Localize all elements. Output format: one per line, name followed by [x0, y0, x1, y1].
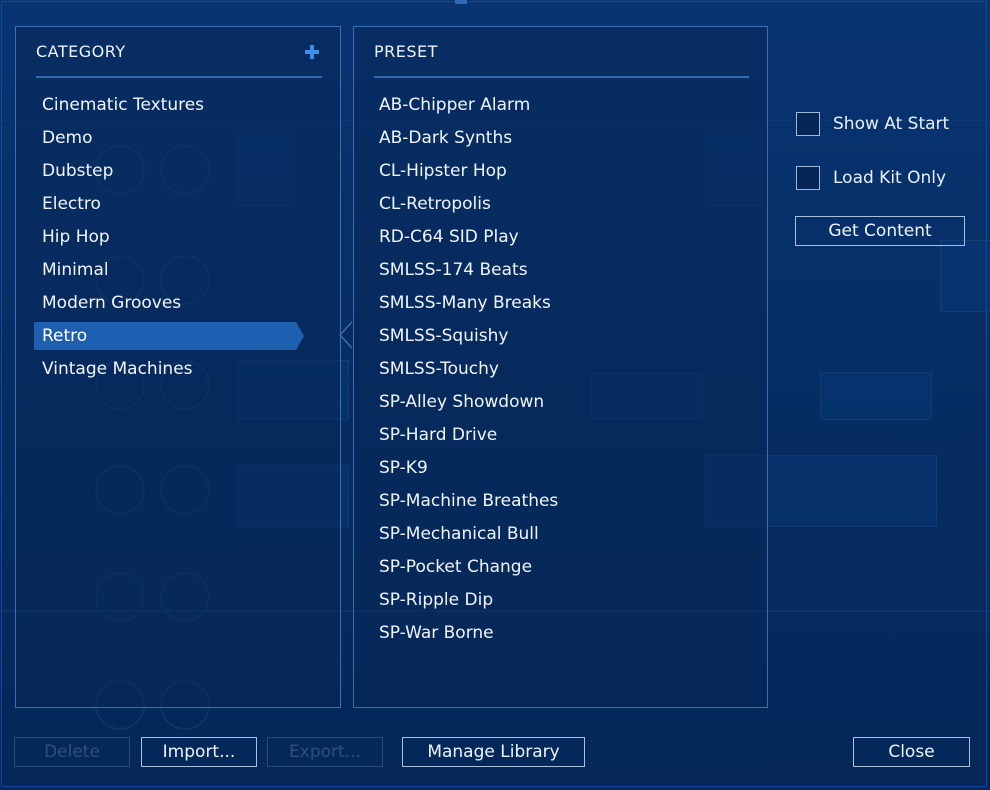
preset-item[interactable]: SMLSS-Squishy: [354, 321, 767, 354]
category-item[interactable]: Minimal: [16, 255, 340, 288]
selection-arrow: [296, 322, 304, 350]
preset-item[interactable]: SP-Alley Showdown: [354, 387, 767, 420]
get-content-button[interactable]: Get Content: [795, 216, 965, 246]
preset-item[interactable]: AB-Chipper Alarm: [354, 90, 767, 123]
category-item-label: Electro: [42, 194, 101, 214]
show-at-start-label: Show At Start: [833, 114, 950, 134]
preset-item[interactable]: SP-Hard Drive: [354, 420, 767, 453]
preset-item[interactable]: SP-Machine Breathes: [354, 486, 767, 519]
category-item[interactable]: Dubstep: [16, 156, 340, 189]
preset-item-label: SP-War Borne: [379, 623, 494, 643]
category-item-label: Minimal: [42, 260, 109, 280]
preset-item[interactable]: SP-Ripple Dip: [354, 585, 767, 618]
preset-item-label: SP-Hard Drive: [379, 425, 498, 445]
category-item[interactable]: Demo: [16, 123, 340, 156]
manage-library-button[interactable]: Manage Library: [402, 737, 585, 767]
load-kit-only-checkbox[interactable]: [796, 166, 820, 190]
preset-item-label: SMLSS-Touchy: [379, 359, 499, 379]
load-kit-only-option[interactable]: Load Kit Only: [796, 164, 946, 192]
preset-header-rule: [374, 76, 749, 78]
preset-item-label: AB-Dark Synths: [379, 128, 513, 148]
show-at-start-option[interactable]: Show At Start: [796, 110, 949, 138]
preset-item-label: SP-Machine Breathes: [379, 491, 559, 511]
preset-item[interactable]: SP-War Borne: [354, 618, 767, 651]
category-item[interactable]: Vintage Machines: [16, 354, 340, 387]
frame-notch: [455, 0, 467, 4]
preset-item[interactable]: SP-Pocket Change: [354, 552, 767, 585]
category-item-label: Demo: [42, 128, 93, 148]
category-item-label: Retro: [42, 326, 88, 346]
import-button[interactable]: Import...: [141, 737, 257, 767]
preset-item-label: SP-Mechanical Bull: [379, 524, 539, 544]
preset-item[interactable]: CL-Hipster Hop: [354, 156, 767, 189]
preset-list: AB-Chipper Alarm AB-Dark Synths CL-Hipster…: [354, 90, 767, 651]
category-item-label: Cinematic Textures: [42, 95, 205, 115]
preset-item[interactable]: RD-C64 SID Play: [354, 222, 767, 255]
category-item[interactable]: Retro: [16, 321, 340, 354]
category-header: CATEGORY: [36, 42, 126, 61]
preset-item[interactable]: SMLSS-Many Breaks: [354, 288, 767, 321]
preset-item-label: RD-C64 SID Play: [379, 227, 519, 247]
category-panel: CATEGORY Cinematic Textures Demo Dubstep El…: [15, 26, 341, 708]
category-item[interactable]: Cinematic Textures: [16, 90, 340, 123]
category-item[interactable]: Modern Grooves: [16, 288, 340, 321]
category-item[interactable]: Electro: [16, 189, 340, 222]
category-item[interactable]: Hip Hop: [16, 222, 340, 255]
close-button[interactable]: Close: [853, 737, 970, 767]
delete-button[interactable]: Delete: [14, 737, 130, 767]
category-item-label: Dubstep: [42, 161, 114, 181]
category-item-label: Vintage Machines: [42, 359, 193, 379]
preset-item-label: SP-Alley Showdown: [379, 392, 545, 412]
preset-item[interactable]: SP-Mechanical Bull: [354, 519, 767, 552]
preset-item-label: SP-Ripple Dip: [379, 590, 494, 610]
preset-item[interactable]: SP-K9: [354, 453, 767, 486]
preset-item[interactable]: CL-Retropolis: [354, 189, 767, 222]
category-header-rule: [36, 76, 322, 78]
preset-item[interactable]: SMLSS-Touchy: [354, 354, 767, 387]
preset-item-label: CL-Hipster Hop: [379, 161, 507, 181]
category-item-label: Hip Hop: [42, 227, 110, 247]
load-kit-only-label: Load Kit Only: [833, 168, 947, 188]
preset-item-label: SMLSS-Squishy: [379, 326, 509, 346]
plus-icon[interactable]: [304, 44, 320, 60]
preset-item-label: SP-Pocket Change: [379, 557, 533, 577]
preset-item-label: SMLSS-174 Beats: [379, 260, 528, 280]
preset-item-label: SMLSS-Many Breaks: [379, 293, 551, 313]
preset-item-label: AB-Chipper Alarm: [379, 95, 531, 115]
preset-header: PRESET: [374, 42, 438, 61]
preset-panel: PRESET AB-Chipper Alarm AB-Dark Synths CL-…: [353, 26, 768, 708]
show-at-start-checkbox[interactable]: [796, 112, 820, 136]
preset-item-label: CL-Retropolis: [379, 194, 491, 214]
preset-item[interactable]: SMLSS-174 Beats: [354, 255, 767, 288]
preset-item[interactable]: AB-Dark Synths: [354, 123, 767, 156]
export-button[interactable]: Export...: [267, 737, 383, 767]
selection-pointer-inner: [341, 323, 352, 347]
category-list: Cinematic Textures Demo Dubstep Electro Hip …: [16, 90, 340, 387]
preset-item-label: SP-K9: [379, 458, 428, 478]
category-item-label: Modern Grooves: [42, 293, 182, 313]
